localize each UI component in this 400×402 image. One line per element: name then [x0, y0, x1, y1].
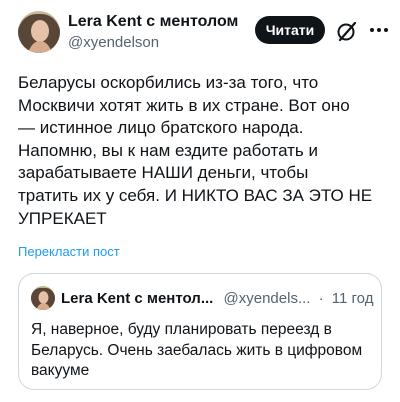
quote-author-handle: @xyendels...: [223, 290, 311, 307]
quote-text-line: Беларусь. Очень заебалась жить в цифрово…: [31, 341, 363, 359]
follow-button[interactable]: Читати: [255, 16, 325, 44]
post-text-line: Напомню, вы к нам ездите работать и: [18, 140, 319, 160]
post-text-line: зарабатываете НАШИ деньги, чтобы: [18, 163, 309, 183]
quote-separator: ·: [318, 290, 324, 307]
more-dots-icon[interactable]: [367, 20, 391, 40]
post-text-line: — истинное лицо братского народа.: [18, 118, 304, 138]
post-text-line: тратить их у себя. И НИКТО ВАС ЗА ЭТО НЕ: [18, 185, 373, 205]
post-text-line: УПРЕКАЕТ: [18, 208, 107, 228]
quote-text: Я, наверное, буду планировать переезд в …: [31, 320, 371, 382]
post-text: Беларусы оскорбились из-за того, что Мос…: [18, 72, 390, 230]
author-info: Lera Kent с ментолом @xyendelson: [68, 12, 238, 53]
author-handle[interactable]: @xyendelson: [68, 33, 238, 53]
quoted-tweet[interactable]: Lera Kent с ментол... @xyendels... · 11 …: [18, 273, 382, 390]
quote-author-avatar: [31, 286, 55, 310]
tweet: Lera Kent с ментолом @xyendelson Читати …: [0, 0, 400, 402]
quote-author-name: Lera Kent с ментол...: [61, 290, 214, 307]
dot: [377, 28, 381, 32]
quote-text-line: Я, наверное, буду планировать переезд в: [31, 321, 332, 338]
quote-header: Lera Kent с ментол... @xyendels... · 11 …: [61, 289, 373, 309]
post-text-line: Москвичи хотят жить в их стране. Вот оно: [18, 95, 350, 115]
translate-post-link[interactable]: Перекласти пост: [18, 244, 120, 259]
author-name[interactable]: Lera Kent с ментолом: [68, 12, 238, 32]
dot: [370, 28, 374, 32]
post-text-line: Беларусы оскорбились из-за того, что: [18, 73, 319, 92]
quote-timestamp: 11 год: [331, 290, 374, 307]
dot: [384, 28, 388, 32]
grok-slash-icon[interactable]: [335, 19, 359, 43]
quote-text-line: вакууме: [31, 362, 90, 379]
author-avatar[interactable]: [18, 11, 60, 53]
